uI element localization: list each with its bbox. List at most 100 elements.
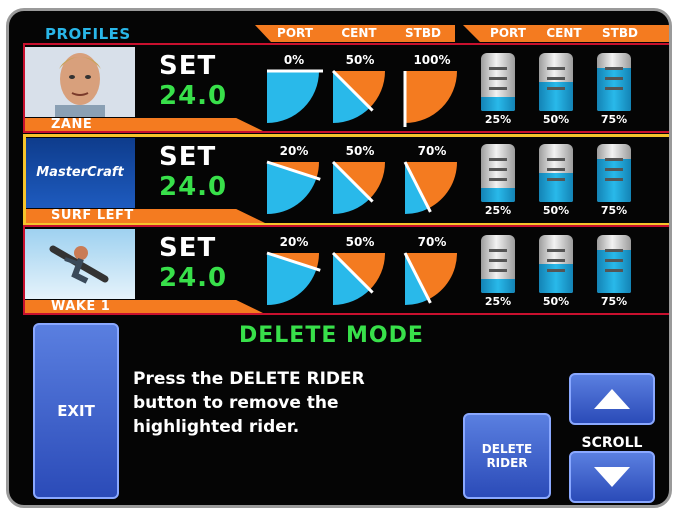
gauge-percent: 20% [279, 144, 309, 158]
ballast-gauge: 100% [401, 53, 463, 129]
arrow-up-icon [594, 389, 630, 409]
profiles-title: PROFILES [45, 25, 131, 43]
wakeboarder-photo [25, 229, 135, 299]
rider-name: WAKE 1 [51, 299, 111, 314]
tank-percent: 50% [542, 204, 570, 217]
scroll-label: SCROLL [581, 435, 643, 451]
tank-graduation [605, 67, 623, 70]
ballast-tank: 75% [595, 144, 633, 220]
gauge-dial [266, 160, 321, 214]
header-cent: CENT [341, 26, 377, 40]
rider-row[interactable]: MasterCraft SURF LEFT SET 24.0 20% 50% 70% 25% 5… [23, 136, 669, 223]
tank-graduation [547, 269, 565, 272]
gauge-percent: 50% [345, 235, 375, 249]
rider-portrait [25, 47, 135, 117]
gauge-dial [331, 251, 385, 305]
ballast-gauge: 20% [263, 144, 325, 220]
instruction-line: Press the DELETE RIDER [133, 369, 365, 389]
ballast-gauge: 50% [329, 235, 391, 311]
tank-graduation [547, 249, 565, 252]
ballast-gauge: 70% [401, 235, 463, 311]
mode-title: DELETE MODE [239, 323, 424, 348]
set-value: 24.0 [159, 81, 228, 111]
tank-percent: 25% [484, 295, 512, 308]
tank-graduation [547, 77, 565, 80]
gauge-percent: 100% [413, 53, 451, 67]
gauge-orange-sector [405, 71, 457, 123]
set-value: 24.0 [159, 263, 228, 293]
gauge-percent: 20% [279, 235, 309, 249]
gauge-percent: 70% [417, 144, 447, 158]
tank-graduation [547, 87, 565, 90]
mastercraft-logo: MasterCraft [25, 138, 135, 208]
tank-body [597, 144, 631, 202]
ballast-tank: 50% [537, 235, 575, 311]
ballast-tank: 25% [479, 144, 517, 220]
ballast-gauge: 0% [263, 53, 325, 129]
set-label: SET [159, 142, 217, 172]
header-stbd-2: STBD [602, 26, 638, 40]
tank-fill [481, 96, 515, 111]
ballast-tank: 50% [537, 53, 575, 129]
gauge-dial [403, 252, 457, 305]
scroll-up-button[interactable] [569, 373, 655, 425]
tank-body [481, 235, 515, 293]
tank-graduation [489, 269, 507, 272]
set-label: SET [159, 233, 217, 263]
delete-rider-label: RIDER [486, 456, 528, 470]
tank-percent: 25% [484, 204, 512, 217]
ballast-gauge: 70% [401, 144, 463, 220]
header-stbd: STBD [405, 26, 441, 40]
tank-fill [481, 187, 515, 202]
tank-fill [481, 278, 515, 293]
tank-graduation [605, 259, 623, 262]
tank-graduation [547, 67, 565, 70]
gauge-dial [403, 71, 457, 127]
exit-button[interactable]: EXIT [33, 323, 119, 499]
tank-graduation [489, 67, 507, 70]
ballast-tank: 75% [595, 235, 633, 311]
tank-body [597, 235, 631, 293]
delete-rider-label: DELETE [481, 442, 533, 456]
rider-name: ZANE [51, 117, 93, 132]
mastercraft-logo-text: MasterCraft [36, 165, 124, 180]
delete-rider-button[interactable]: DELETE RIDER [463, 413, 551, 499]
tank-percent: 50% [542, 113, 570, 126]
tank-graduation [489, 259, 507, 262]
instruction-line: button to remove the [133, 393, 339, 413]
tank-graduation [489, 168, 507, 171]
ballast-gauge: 50% [329, 144, 391, 220]
rider-row[interactable]: ZANE SET 24.0 0% 50% 100% 25% 50% 75% [23, 45, 669, 132]
instructions: Press the DELETE RIDER button to remove … [133, 367, 433, 439]
scroll-down-button[interactable] [569, 451, 655, 503]
tank-body [481, 144, 515, 202]
gauge-dial [266, 251, 321, 305]
tank-graduation [489, 87, 507, 90]
tank-graduation [489, 77, 507, 80]
tank-body [597, 53, 631, 111]
tank-body [481, 53, 515, 111]
tank-graduation [605, 178, 623, 181]
tank-graduation [489, 178, 507, 181]
gauge-percent: 70% [417, 235, 447, 249]
ballast-tank: 75% [595, 53, 633, 129]
header-port-2: PORT [490, 26, 526, 40]
set-value: 24.0 [159, 172, 228, 202]
tank-graduation [489, 158, 507, 161]
gauge-blue-sector [267, 71, 319, 123]
tank-graduation [605, 269, 623, 272]
ballast-tank: 50% [537, 144, 575, 220]
rider-name: SURF LEFT [51, 208, 134, 223]
ballast-tank: 25% [479, 235, 517, 311]
tank-graduation [547, 178, 565, 181]
gauge-percent: 0% [283, 53, 305, 67]
tank-percent: 75% [600, 295, 628, 308]
rider-row[interactable]: WAKE 1 SET 24.0 20% 50% 70% 25% 50% 75% [23, 227, 669, 314]
tank-percent: 50% [542, 295, 570, 308]
gauge-dial [267, 69, 323, 123]
tank-graduation [605, 158, 623, 161]
tank-body [539, 144, 573, 202]
tank-graduation [605, 77, 623, 80]
gauge-percent: 50% [345, 53, 375, 67]
tank-graduation [489, 249, 507, 252]
